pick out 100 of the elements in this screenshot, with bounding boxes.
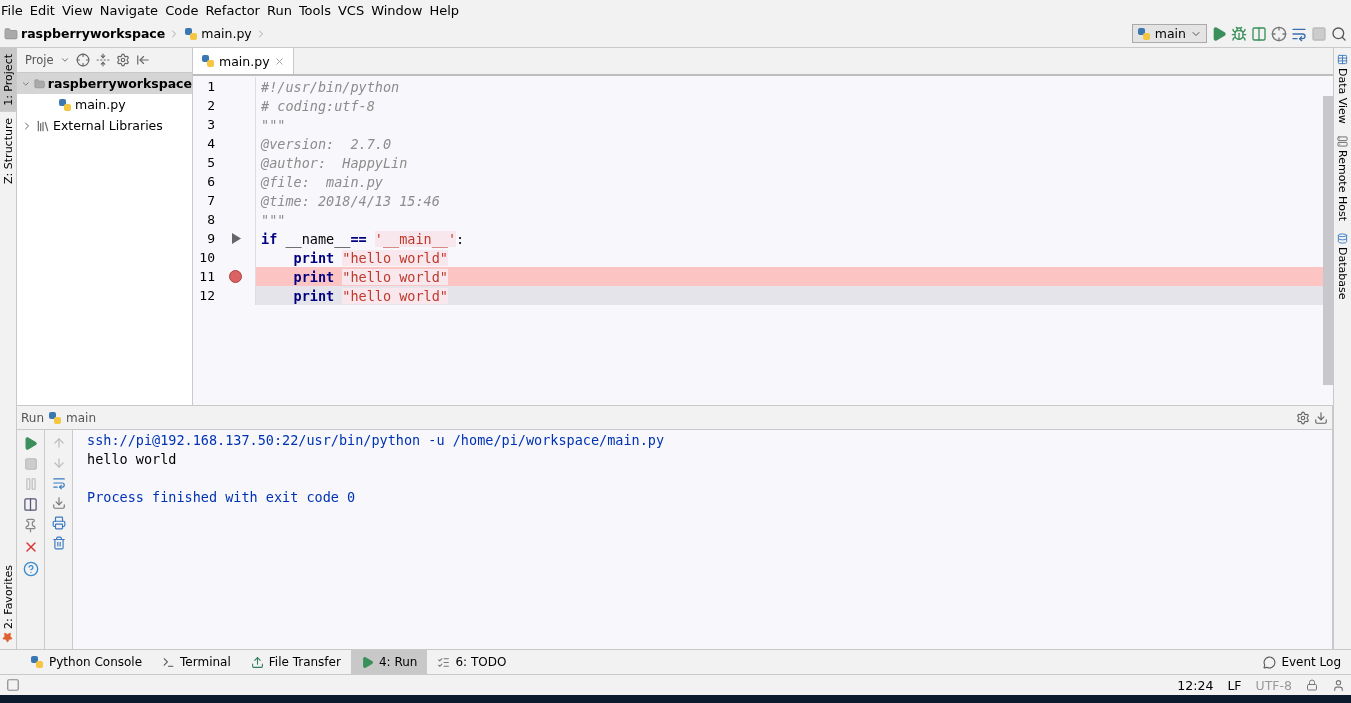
layout-icon (23, 497, 38, 512)
breadcrumb[interactable]: raspberryworkspace (4, 26, 181, 41)
line-number: 3 (206, 117, 215, 132)
line-number: 4 (206, 136, 215, 151)
run-panel-title: Run (21, 410, 44, 425)
code-line: #!/usr/bin/python (260, 78, 400, 95)
code-line: @time: 2018/4/13 15:46 (260, 192, 440, 209)
menu-item[interactable]: Code (165, 2, 205, 18)
console-output: ssh://pi@192.168.137.50:22/usr/bin/python -u /home/pi/workspace/main.py (87, 432, 665, 450)
scrollbar[interactable] (1323, 96, 1333, 385)
tool-tab[interactable]: 4: Run (350, 650, 428, 674)
event-log-tab[interactable]: Event Log (1253, 650, 1351, 674)
python-icon (48, 410, 62, 425)
breadcrumb[interactable]: main.py (184, 26, 267, 41)
python-file-icon (30, 655, 44, 669)
menu-item[interactable]: Window (371, 2, 429, 18)
python-file-icon (184, 26, 199, 41)
settings-icon (115, 53, 130, 67)
python-file-icon (58, 97, 72, 112)
locate-icon (75, 53, 90, 67)
pause-icon (23, 477, 38, 491)
play-icon (360, 655, 374, 669)
console-output: Process finished with exit code 0 (87, 489, 357, 507)
tool-window-tab[interactable]: 1: Project (0, 48, 16, 112)
code-line: print "hello world" (292, 268, 448, 285)
code-line: # coding:utf-8 (260, 97, 375, 114)
breakpoint-icon[interactable] (229, 270, 242, 283)
python-icon (1136, 26, 1151, 41)
code-line: """ (260, 211, 286, 228)
tool-tab[interactable]: 6: TODO (427, 650, 517, 674)
console-output: hello world (87, 451, 178, 469)
stop-icon (1311, 25, 1327, 42)
star-icon (2, 632, 14, 643)
menu-item[interactable]: VCS (337, 2, 371, 18)
up-icon (51, 436, 66, 450)
menu-item[interactable]: Tools (298, 2, 337, 18)
tree-item[interactable]: main.py (17, 94, 192, 115)
menu-item[interactable]: Edit (29, 2, 61, 18)
line-separator[interactable]: LF (1227, 677, 1242, 693)
python-file-icon (201, 54, 215, 68)
tool-window-tab[interactable]: Database (1334, 226, 1351, 306)
speech-bubble-icon (1263, 655, 1277, 669)
code-line: if __name__== '__main__': (260, 230, 465, 247)
library-icon (36, 118, 50, 133)
tool-tab[interactable]: Python Console (20, 650, 153, 674)
folder-icon (33, 76, 45, 91)
trash-icon (51, 536, 66, 550)
code-line: """ (260, 116, 286, 133)
line-number: 9 (206, 231, 215, 246)
menu-item[interactable]: View (61, 2, 99, 18)
collapse-icon (95, 53, 110, 67)
run-config-dropdown[interactable]: main (1131, 24, 1207, 43)
line-number: 6 (206, 174, 215, 189)
run-config-label: main (66, 410, 96, 425)
settings-icon (1296, 410, 1310, 425)
editor-tab[interactable]: main.py (193, 48, 294, 74)
grid-icon (1337, 54, 1348, 65)
cursor-position[interactable]: 12:24 (1177, 677, 1214, 693)
line-number: 10 (198, 250, 215, 265)
pin-icon (23, 518, 38, 533)
menu-item[interactable]: Navigate (99, 2, 165, 18)
menu-item[interactable]: Help (429, 2, 466, 18)
line-number: 11 (198, 269, 215, 284)
rerun-icon (23, 436, 38, 451)
tree-item[interactable]: raspberryworkspace (17, 73, 192, 94)
lock-icon (1306, 679, 1318, 691)
line-number: 5 (206, 155, 215, 170)
server-icon (1337, 135, 1348, 147)
line-number: 12 (198, 288, 215, 303)
menu-item[interactable]: Run (266, 2, 298, 18)
menu-item[interactable]: Refactor (205, 2, 266, 18)
tool-window-tab[interactable]: Remote Host (1334, 129, 1351, 227)
folder-icon (4, 26, 18, 41)
code-line: print "hello world" (292, 287, 448, 304)
project-view-dropdown[interactable]: Proje (25, 53, 54, 67)
line-number: 7 (206, 193, 215, 208)
run-icon (1211, 25, 1227, 42)
print-icon (51, 516, 66, 530)
tool-tab[interactable]: File Transfer (240, 650, 351, 674)
debug-icon (1231, 25, 1247, 42)
line-number: 1 (206, 79, 215, 94)
scroll-to-end-icon (51, 496, 66, 510)
run-marker-icon[interactable] (232, 233, 241, 244)
line-number: 8 (206, 212, 215, 227)
tool-window-tab[interactable]: Z: Structure (0, 111, 16, 190)
search-icon (1331, 25, 1347, 42)
panel-toggle-icon (6, 678, 20, 692)
code-line: @author: HappyLin (260, 154, 408, 171)
transfer-icon (250, 655, 264, 669)
stop-icon (23, 457, 38, 471)
tool-window-tab[interactable]: 2: Favorites (0, 559, 16, 649)
tool-tab[interactable]: Terminal (152, 650, 241, 674)
terminal-icon (162, 655, 176, 669)
checklist-icon (437, 655, 451, 669)
tree-item[interactable]: External Libraries (17, 115, 192, 136)
wrap-icon (51, 476, 66, 490)
database-icon (1337, 232, 1348, 244)
code-line: @version: 2.7.0 (260, 135, 392, 152)
tool-window-tab[interactable]: Data View (1334, 48, 1351, 130)
menu-item[interactable]: File (1, 2, 29, 18)
